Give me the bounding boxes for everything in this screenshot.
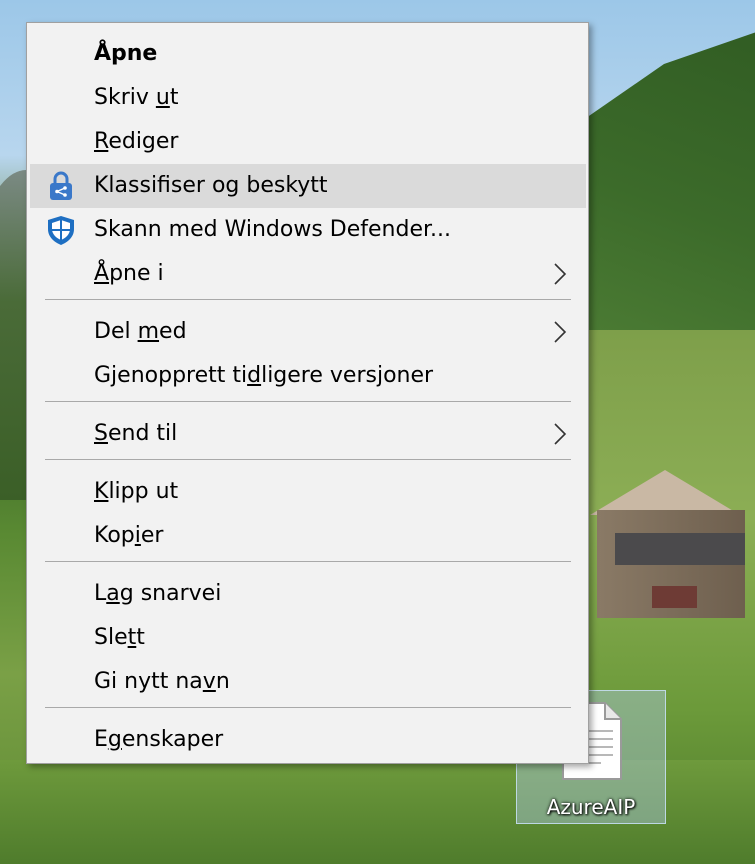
label-part: Gjenopprett ti	[94, 363, 248, 388]
menu-item-label: Gjenopprett tidligere versjoner	[94, 362, 433, 390]
menu-separator	[45, 401, 571, 402]
label-part: E	[94, 727, 108, 752]
menu-item-send-to[interactable]: Send til	[30, 412, 586, 456]
menu-item-label: Åpne i	[94, 260, 164, 288]
label-part: end til	[107, 421, 178, 446]
label-part: Del	[94, 319, 138, 344]
menu-item-label: Åpne	[94, 41, 158, 66]
menu-item-label: Kopier	[94, 522, 163, 550]
desktop-file-label: AzureAIP	[546, 795, 636, 819]
menu-item-label: Del med	[94, 318, 187, 346]
menu-item-rename[interactable]: Gi nytt navn	[30, 660, 586, 704]
menu-separator	[45, 561, 571, 562]
access-key: Å	[94, 261, 110, 286]
menu-item-label: Skriv ut	[94, 84, 178, 112]
access-key: m	[137, 319, 160, 344]
label-part: lipp ut	[108, 479, 179, 504]
windows-defender-shield-icon	[48, 216, 74, 245]
menu-item-label: Send til	[94, 420, 177, 448]
menu-item-scan-defender[interactable]: Skann med Windows Defender...	[30, 208, 586, 252]
menu-item-label: Klassifiser og beskytt	[94, 173, 328, 198]
background-cabin-porch	[615, 533, 745, 565]
chevron-right-icon	[554, 423, 567, 445]
access-key: K	[94, 479, 109, 504]
menu-item-label: Slett	[94, 624, 145, 652]
menu-item-label: Lag snarvei	[94, 580, 221, 608]
menu-separator	[45, 459, 571, 460]
menu-separator	[45, 707, 571, 708]
label-part: t	[169, 85, 179, 110]
chevron-right-icon	[554, 321, 567, 343]
menu-item-copy[interactable]: Kopier	[30, 514, 586, 558]
menu-item-delete[interactable]: Slett	[30, 616, 586, 660]
menu-item-properties[interactable]: Egenskaper	[30, 718, 586, 762]
chevron-right-icon	[554, 263, 567, 285]
label-part: Sle	[94, 625, 128, 650]
label-part: enskaper	[121, 727, 224, 752]
label-part: t	[136, 625, 145, 650]
label-part: pne i	[109, 261, 164, 286]
label-part: n	[215, 669, 230, 694]
menu-item-create-shortcut[interactable]: Lag snarvei	[30, 572, 586, 616]
label-part: Kop	[94, 523, 135, 548]
background-cabin-door	[652, 586, 697, 608]
menu-item-label: Rediger	[94, 128, 178, 156]
access-key: a	[106, 581, 120, 606]
menu-item-label: Klipp ut	[94, 478, 178, 506]
menu-item-restore-previous-versions[interactable]: Gjenopprett tidligere versjoner	[30, 354, 586, 398]
menu-item-label: Egenskaper	[94, 726, 223, 754]
menu-item-share-with[interactable]: Del med	[30, 310, 586, 354]
menu-item-open[interactable]: Åpne	[30, 32, 586, 76]
azure-information-protection-lock-icon	[50, 171, 72, 200]
menu-item-edit[interactable]: Rediger	[30, 120, 586, 164]
context-menu: Åpne Skriv ut Rediger Klassifiser og bes…	[26, 22, 589, 764]
label-part: Gi nytt na	[94, 669, 203, 694]
label-part: ediger	[108, 129, 179, 154]
access-key: S	[94, 421, 108, 446]
access-key: d	[247, 363, 262, 388]
label-part: L	[94, 581, 107, 606]
menu-separator	[45, 299, 571, 300]
menu-item-print[interactable]: Skriv ut	[30, 76, 586, 120]
label-part: Skriv	[94, 85, 156, 110]
label-part: ligere versjoner	[261, 363, 434, 388]
menu-item-open-with[interactable]: Åpne i	[30, 252, 586, 296]
menu-item-label: Skann med Windows Defender...	[94, 217, 452, 242]
background-forest	[560, 10, 755, 370]
access-key: u	[155, 85, 170, 110]
label-part: ed	[159, 319, 187, 344]
menu-item-cut[interactable]: Klipp ut	[30, 470, 586, 514]
label-part: g snarvei	[119, 581, 222, 606]
access-key: v	[202, 669, 216, 694]
menu-item-classify-protect[interactable]: Klassifiser og beskytt	[30, 164, 586, 208]
access-key: R	[94, 129, 109, 154]
access-key: g	[107, 727, 122, 752]
label-part: er	[140, 523, 164, 548]
menu-item-label: Gi nytt navn	[94, 668, 230, 696]
access-key: t	[127, 625, 137, 650]
